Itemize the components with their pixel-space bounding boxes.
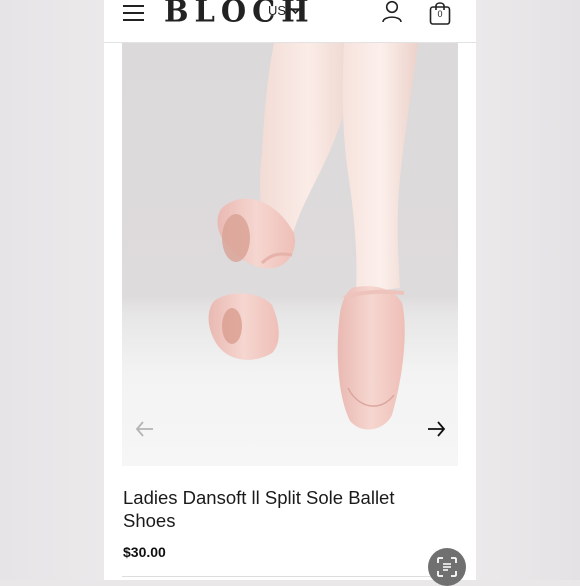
divider bbox=[122, 576, 458, 577]
user-icon[interactable] bbox=[381, 0, 403, 24]
product-photo bbox=[208, 43, 418, 430]
region-label: US bbox=[268, 3, 287, 18]
hamburger-menu-icon[interactable] bbox=[123, 3, 145, 21]
site-header: BLOCH US 0 bbox=[104, 0, 476, 43]
visual-search-button[interactable] bbox=[428, 548, 466, 586]
cart-count: 0 bbox=[437, 9, 443, 19]
region-selector[interactable]: US bbox=[268, 3, 301, 18]
cart-button[interactable]: 0 bbox=[428, 1, 452, 25]
arrow-right-icon[interactable] bbox=[425, 418, 447, 440]
phone-screen: BLOCH US 0 Ladies Dansoft ll Split Sole … bbox=[104, 0, 476, 580]
arrow-left-icon[interactable] bbox=[134, 418, 156, 440]
lens-search-icon bbox=[437, 557, 457, 577]
background-left bbox=[0, 0, 104, 580]
product-image-carousel[interactable] bbox=[122, 43, 458, 466]
background-right bbox=[476, 0, 580, 580]
product-title: Ladies Dansoft ll Split Sole Ballet Shoe… bbox=[123, 487, 395, 531]
product-price: $30.00 bbox=[123, 544, 166, 560]
chevron-down-icon bbox=[290, 7, 301, 14]
